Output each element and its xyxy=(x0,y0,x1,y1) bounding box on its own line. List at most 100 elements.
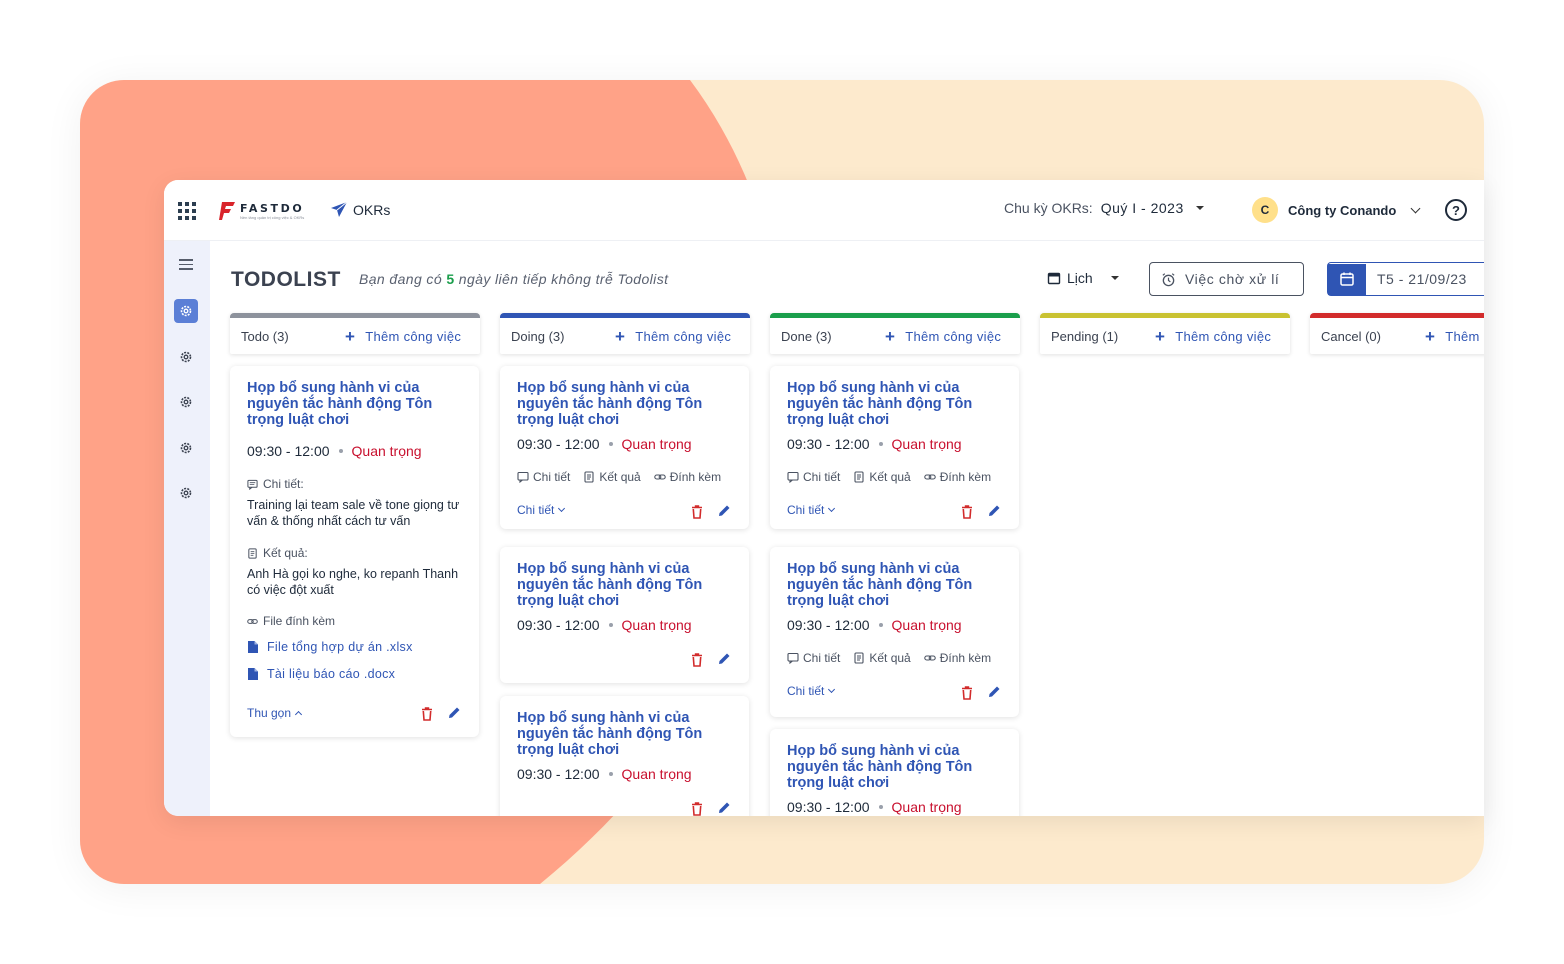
task-card[interactable]: Họp bổ sung hành vi của nguyên tắc hành … xyxy=(500,696,749,816)
meta-result[interactable]: Kết quả xyxy=(583,470,641,484)
fastdo-logo[interactable]: FASTDO Nền tảng quản trị công việc & OKR… xyxy=(219,200,309,222)
meta-result[interactable]: Kết quả xyxy=(853,470,911,484)
comment-icon xyxy=(517,471,529,483)
company-avatar: C xyxy=(1252,197,1278,223)
apps-grid-icon[interactable] xyxy=(178,202,196,220)
attachment-file-1[interactable]: File tổng hợp dự án .xlsx xyxy=(247,640,413,654)
separator-dot xyxy=(878,805,883,809)
alarm-clock-icon xyxy=(1162,272,1175,286)
task-title[interactable]: Họp bổ sung hành vi của nguyên tắc hành … xyxy=(787,380,1002,428)
meta-detail[interactable]: Chi tiết xyxy=(787,470,840,484)
collapse-link[interactable]: Thu gọn xyxy=(247,706,303,720)
sidebar-settings-2[interactable] xyxy=(174,345,198,369)
edit-pencil-icon[interactable] xyxy=(447,706,461,720)
task-title[interactable]: Họp bổ sung hành vi của nguyên tắc hành … xyxy=(787,743,1002,791)
edit-pencil-icon[interactable] xyxy=(987,504,1001,518)
sidebar-settings-3[interactable] xyxy=(174,390,198,414)
streak-count: 5 xyxy=(446,271,455,287)
task-priority: Quan trọng xyxy=(351,443,422,459)
task-card[interactable]: Họp bổ sung hành vi của nguyên tắc hành … xyxy=(500,547,749,683)
task-title[interactable]: Họp bổ sung hành vi của nguyên tắc hành … xyxy=(517,561,732,609)
add-task-button[interactable]: + Thêm công việc xyxy=(345,328,461,345)
detail-toggle-label: Chi tiết xyxy=(787,503,825,517)
plus-icon: + xyxy=(1425,326,1436,346)
task-title[interactable]: Họp bổ sung hành vi của nguyên tắc hành … xyxy=(517,710,732,758)
brand-name: FASTDO xyxy=(240,202,305,215)
delete-icon[interactable] xyxy=(961,686,973,700)
chevron-down-icon xyxy=(828,504,836,513)
detail-toggle-link[interactable]: Chi tiết xyxy=(517,503,566,517)
attachment-file-2[interactable]: Tài liệu báo cáo .docx xyxy=(247,667,395,681)
delete-icon[interactable] xyxy=(961,505,973,519)
add-task-button[interactable]: + Thêm công việc xyxy=(885,328,1001,345)
date-value: T5 - 21/09/23 xyxy=(1377,271,1467,287)
delete-icon[interactable] xyxy=(421,707,433,721)
task-title[interactable]: Họp bổ sung hành vi của nguyên tắc hành … xyxy=(517,380,732,428)
document-icon xyxy=(584,471,594,483)
comment-icon xyxy=(787,652,799,664)
task-card-expanded[interactable]: Họp bổ sung hành vi của nguyên tắc hành … xyxy=(230,366,479,737)
delete-icon[interactable] xyxy=(691,505,703,519)
view-selector-label: Lịch xyxy=(1067,270,1093,286)
pending-tasks-button[interactable]: Việc chờ xử lí xyxy=(1149,262,1304,296)
meta-result[interactable]: Kết quả xyxy=(853,651,911,665)
paper-plane-icon xyxy=(331,201,348,217)
sidebar-settings-4[interactable] xyxy=(174,436,198,460)
task-time-row: 09:30 - 12:00 Quan trọng xyxy=(517,436,692,452)
separator-dot xyxy=(608,772,613,776)
fastdo-logo-icon xyxy=(219,202,235,220)
sidebar-settings-1[interactable] xyxy=(174,299,198,323)
edit-pencil-icon[interactable] xyxy=(717,801,731,815)
help-icon[interactable]: ? xyxy=(1445,199,1467,221)
caret-down-icon xyxy=(1110,276,1119,280)
meta-attach[interactable]: Đính kèm xyxy=(923,651,991,665)
edit-pencil-icon[interactable] xyxy=(717,504,731,518)
task-time: 09:30 - 12:00 xyxy=(517,436,600,452)
column-done: Done (3) + Thêm công việc xyxy=(770,313,1020,354)
column-pending: Pending (1) + Thêm công việc xyxy=(1040,313,1290,354)
task-meta-row: Chi tiết Kết quả Đính kèm xyxy=(517,470,721,484)
task-card[interactable]: Họp bổ sung hành vi của nguyên tắc hành … xyxy=(770,366,1019,529)
task-priority: Quan trọng xyxy=(621,436,692,452)
meta-result-label: Kết quả xyxy=(869,651,911,665)
edit-pencil-icon[interactable] xyxy=(987,685,1001,699)
company-selector[interactable]: C Công ty Conando xyxy=(1252,197,1421,223)
meta-attach[interactable]: Đính kèm xyxy=(923,470,991,484)
chevron-down-icon xyxy=(558,504,566,513)
task-title[interactable]: Họp bổ sung hành vi của nguyên tắc hành … xyxy=(247,380,462,428)
column-title: Done (3) xyxy=(781,328,832,344)
detail-toggle-link[interactable]: Chi tiết xyxy=(787,503,836,517)
detail-toggle-label: Chi tiết xyxy=(787,684,825,698)
edit-pencil-icon[interactable] xyxy=(717,652,731,666)
add-task-button[interactable]: + Thêm xyxy=(1425,328,1480,345)
plus-icon: + xyxy=(345,326,356,346)
task-card[interactable]: Họp bổ sung hành vi của nguyên tắc hành … xyxy=(770,729,1019,816)
meta-result-label: Kết quả xyxy=(869,470,911,484)
meta-detail[interactable]: Chi tiết xyxy=(517,470,570,484)
delete-icon[interactable] xyxy=(691,802,703,816)
add-task-button[interactable]: + Thêm công việc xyxy=(1155,328,1271,345)
okrs-module-link[interactable]: OKRs xyxy=(330,200,390,220)
document-icon xyxy=(248,547,257,559)
task-title[interactable]: Họp bổ sung hành vi của nguyên tắc hành … xyxy=(787,561,1002,609)
meta-attach[interactable]: Đính kèm xyxy=(653,470,721,484)
okr-cycle-selector[interactable]: Chu kỳ OKRs: Quý I - 2023 xyxy=(1004,200,1204,216)
sidebar-settings-5[interactable] xyxy=(174,481,198,505)
view-selector[interactable]: Lịch xyxy=(1047,270,1119,286)
add-task-button[interactable]: + Thêm công việc xyxy=(615,328,731,345)
task-time: 09:30 - 12:00 xyxy=(517,766,600,782)
date-picker[interactable]: T5 - 21/09/23 xyxy=(1327,262,1484,296)
chevron-down-icon xyxy=(828,685,836,694)
streak-suffix: ngày liên tiếp không trễ Todolist xyxy=(454,271,669,287)
hamburger-menu-icon[interactable] xyxy=(179,259,193,270)
meta-detail[interactable]: Chi tiết xyxy=(787,651,840,665)
result-label: Kết quả: xyxy=(263,546,308,560)
task-card[interactable]: Họp bổ sung hành vi của nguyên tắc hành … xyxy=(500,366,749,529)
detail-toggle-link[interactable]: Chi tiết xyxy=(787,684,836,698)
comment-icon xyxy=(247,479,258,490)
delete-icon[interactable] xyxy=(691,653,703,667)
task-time-row: 09:30 - 12:00 Quan trọng xyxy=(787,617,962,633)
detail-text: Training lại team sale về tone giọng tư … xyxy=(247,498,460,528)
task-priority: Quan trọng xyxy=(621,617,692,633)
task-card[interactable]: Họp bổ sung hành vi của nguyên tắc hành … xyxy=(770,547,1019,717)
